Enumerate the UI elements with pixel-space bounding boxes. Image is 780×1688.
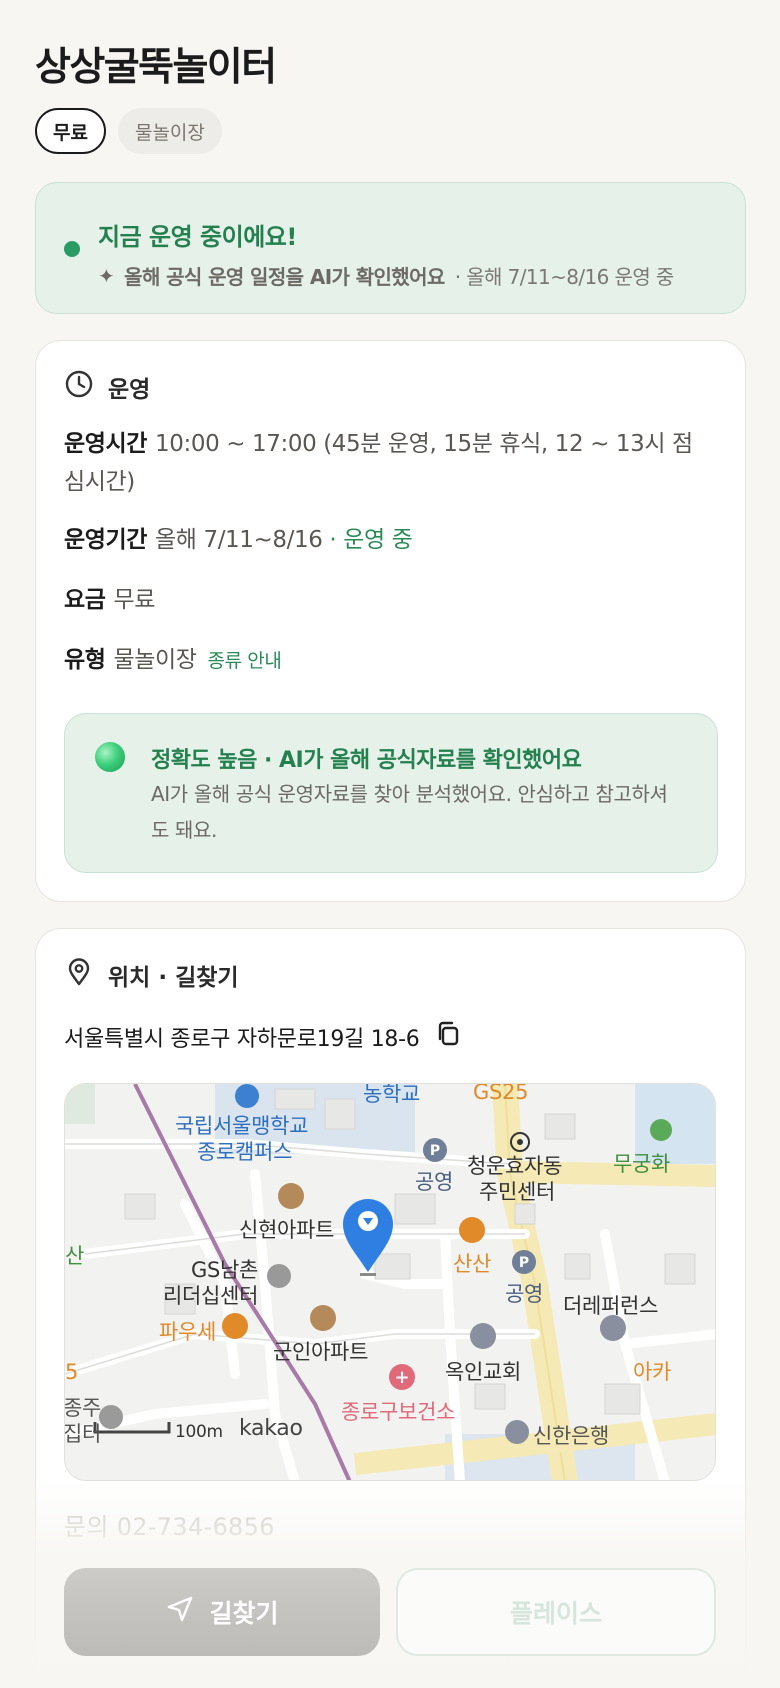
- fee-label: 요금: [64, 587, 106, 613]
- status-headline: 지금 운영 중이에요!: [98, 223, 297, 251]
- map-label-gs2: 리더십센터: [163, 1284, 259, 1308]
- sparkle-icon: ✦: [98, 263, 115, 288]
- status-ai-note: 올해 공식 운영 일정을 AI가 확인했어요: [124, 265, 445, 289]
- accuracy-body: AI가 올해 공식 운영자료를 찾아 분석했어요. 안심하고 참고하셔도 돼요.: [151, 782, 668, 842]
- place-button[interactable]: 플레이스: [396, 1568, 716, 1656]
- period-value: 올해 7/11~8/16: [155, 527, 323, 553]
- map-label-bank: 신한은행: [533, 1424, 610, 1448]
- kakao-logo: kakao: [239, 1416, 303, 1441]
- map-scale-label: 100m: [175, 1422, 223, 1442]
- map-label-left-num: 5: [65, 1360, 79, 1384]
- operation-section-header: 운영: [64, 369, 150, 405]
- map-label-parking1: 공영: [415, 1170, 454, 1194]
- tag-free[interactable]: 무료: [35, 108, 106, 154]
- period-status: · 운영 중: [329, 527, 413, 553]
- place-button-label: 플레이스: [509, 1599, 602, 1628]
- svg-text:P: P: [519, 1255, 529, 1271]
- clock-icon: [64, 369, 94, 405]
- map-label-left2: 집터: [64, 1422, 102, 1446]
- map-label-dept: 더레퍼런스: [563, 1294, 659, 1318]
- map-label-aka: 아카: [633, 1360, 672, 1384]
- map-label-pause: 파우세: [159, 1320, 217, 1344]
- map-label-church: 옥인교회: [445, 1360, 522, 1384]
- location-pin-icon: [64, 957, 94, 993]
- fee-row: 요금 무료: [64, 581, 704, 619]
- location-section-header: 위치 · 길찾기: [64, 957, 239, 993]
- accuracy-box: 정확도 높음 · AI가 올해 공식자료를 확인했어요 AI가 올해 공식 운영…: [64, 713, 718, 873]
- ai-orb-icon: [95, 742, 125, 772]
- hours-label: 운영시간: [64, 431, 148, 457]
- operation-section-title: 운영: [108, 377, 151, 403]
- map-label-apt2: 군인아파트: [273, 1340, 369, 1364]
- map-label-top-school: 농학교: [363, 1083, 421, 1106]
- type-label: 유형: [64, 647, 106, 673]
- map-label-sansan: 산산: [453, 1252, 492, 1276]
- map-view[interactable]: P P + 국립서울맹학교 종로캠퍼스 농학교 GS25 공영 청운효자동 주민…: [64, 1083, 716, 1481]
- svg-text:+: +: [394, 1367, 409, 1388]
- copy-icon[interactable]: [433, 1019, 463, 1055]
- status-period-note: · 올해 7/11~8/16 운영 중: [454, 265, 675, 289]
- navigation-arrow-icon: [165, 1594, 195, 1630]
- period-row: 운영기간 올해 7/11~8/16 · 운영 중: [64, 521, 704, 559]
- fee-value: 무료: [113, 587, 156, 613]
- address-text: 서울특별시 종로구 자하문로19길 18-6: [64, 1027, 420, 1052]
- navigate-button-label: 길찾기: [209, 1599, 279, 1628]
- status-subline: ✦ 올해 공식 운영 일정을 AI가 확인했어요 · 올해 7/11~8/16 …: [98, 261, 674, 290]
- navigate-button[interactable]: 길찾기: [64, 1568, 380, 1656]
- map-label-school2: 종로캠퍼스: [197, 1140, 293, 1164]
- period-label: 운영기간: [64, 527, 148, 553]
- hours-row: 운영시간 10:00 ~ 17:00 (45분 운영, 15분 휴식, 12 ~ …: [64, 425, 704, 501]
- map-label-gs25: GS25: [473, 1083, 529, 1104]
- type-guide-link[interactable]: 종류 안내: [208, 650, 282, 672]
- map-label-clinic: 종로구보건소: [341, 1400, 456, 1424]
- status-dot: [64, 241, 80, 257]
- hours-value: 10:00 ~ 17:00 (45분 운영, 15분 휴식, 12 ~ 13시 …: [64, 431, 693, 495]
- map-label-mugung: 무궁화: [613, 1152, 671, 1176]
- map-label-apt1: 신현아파트: [239, 1218, 335, 1242]
- accuracy-title: 정확도 높음 · AI가 올해 공식자료를 확인했어요: [151, 748, 582, 773]
- location-section-title: 위치 · 길찾기: [108, 965, 239, 991]
- type-row: 유형 물놀이장 종류 안내: [64, 641, 704, 680]
- address-row: 서울특별시 종로구 자하문로19길 18-6: [64, 1019, 463, 1055]
- map-label-center2: 주민센터: [479, 1180, 556, 1204]
- tag-list: 무료 물놀이장: [35, 108, 222, 154]
- page-title: 상상굴뚝놀이터: [35, 45, 277, 90]
- inquiry-phone[interactable]: 문의 02-734-6856: [64, 1507, 275, 1542]
- map-label-san-left: 산: [65, 1244, 85, 1268]
- operation-card: 운영 운영시간 10:00 ~ 17:00 (45분 운영, 15분 휴식, 12…: [35, 340, 746, 902]
- type-value: 물놀이장: [113, 647, 197, 673]
- status-banner: 지금 운영 중이에요! ✦ 올해 공식 운영 일정을 AI가 확인했어요 · 올…: [35, 182, 746, 314]
- svg-text:P: P: [430, 1143, 440, 1159]
- tag-water-play[interactable]: 물놀이장: [117, 108, 222, 154]
- map-label-parking2: 공영: [505, 1282, 544, 1306]
